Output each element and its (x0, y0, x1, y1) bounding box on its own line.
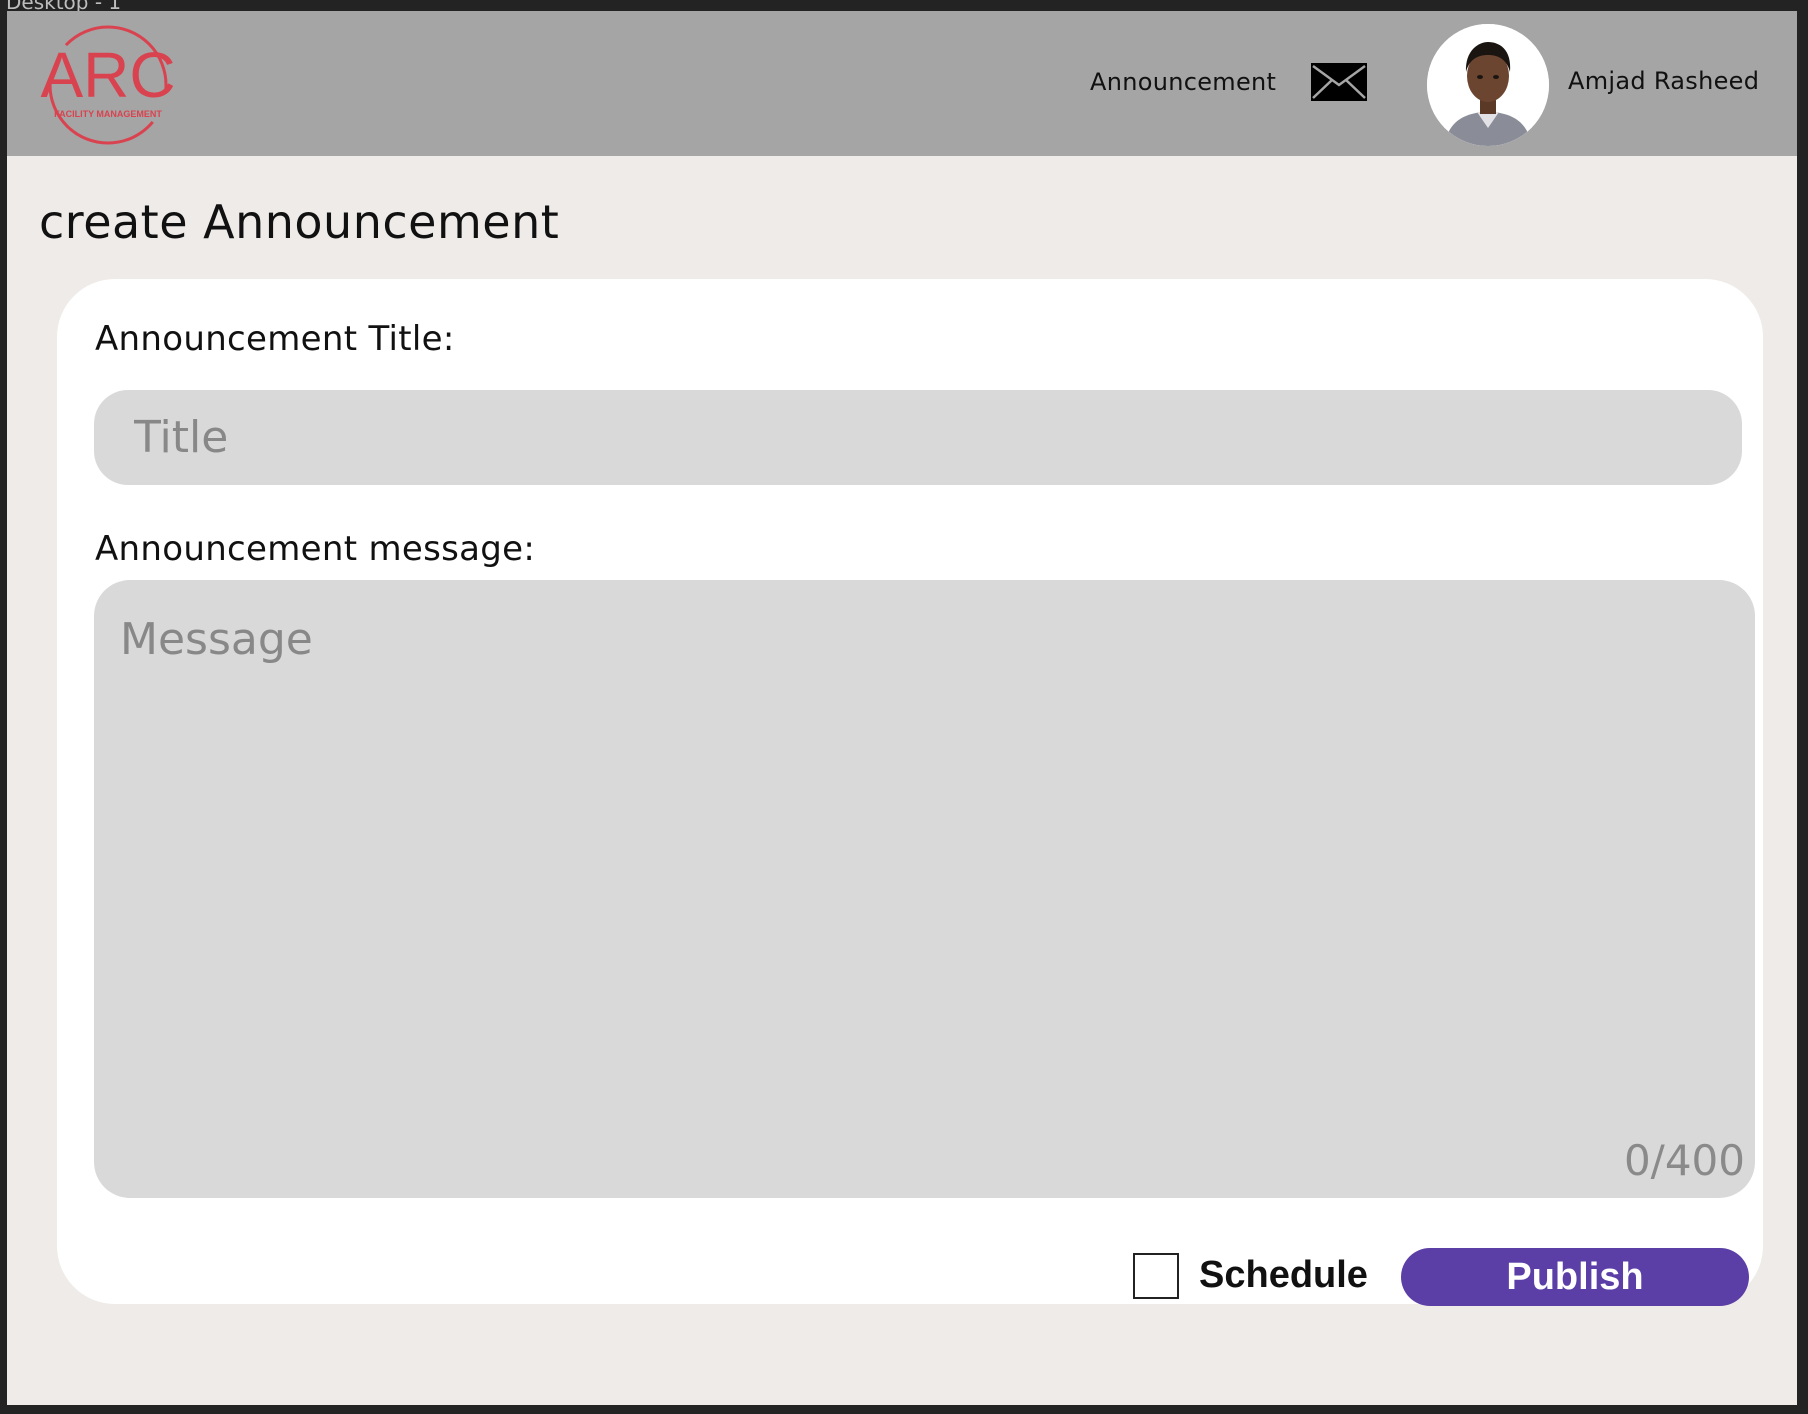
schedule-checkbox[interactable] (1133, 1253, 1179, 1299)
arc-logo[interactable]: ARC FACILITY MANAGEMENT (33, 17, 183, 153)
top-header: ARC FACILITY MANAGEMENT Announcement Amj… (7, 11, 1797, 156)
user-avatar[interactable] (1427, 24, 1549, 146)
logo-sub-text: FACILITY MANAGEMENT (54, 109, 162, 119)
title-field-label: Announcement Title: (95, 319, 455, 359)
title-input[interactable] (94, 390, 1742, 485)
character-counter: 0/400 (1623, 1136, 1745, 1185)
user-name[interactable]: Amjad Rasheed (1568, 67, 1759, 95)
logo-main-text: ARC (40, 39, 175, 111)
announcement-form-card: Announcement Title: Announcement message… (57, 279, 1763, 1306)
message-textarea[interactable] (94, 580, 1755, 1198)
message-field-label: Announcement message: (95, 529, 536, 569)
mail-icon[interactable] (1311, 63, 1367, 101)
page-title: create Announcement (39, 195, 560, 249)
app-window: ARC FACILITY MANAGEMENT Announcement Amj… (7, 11, 1797, 1405)
schedule-label[interactable]: Schedule (1199, 1254, 1368, 1297)
publish-button[interactable]: Publish (1401, 1248, 1749, 1306)
nav-announcement-link[interactable]: Announcement (1090, 68, 1276, 96)
